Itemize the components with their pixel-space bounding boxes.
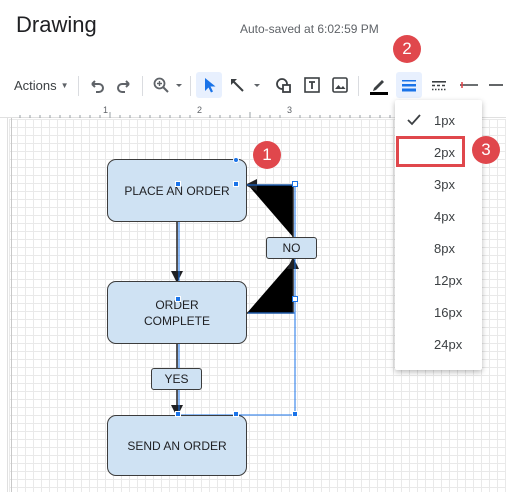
line-end-button[interactable] xyxy=(486,72,506,98)
shape-order-complete[interactable]: ORDER COMPLETE xyxy=(107,281,247,344)
menu-item-label: 16px xyxy=(434,304,463,320)
menu-item-3px[interactable]: 3px xyxy=(395,168,482,200)
selection-handle[interactable] xyxy=(175,411,181,417)
toolbar-divider xyxy=(358,76,359,96)
menu-item-label: 24px xyxy=(434,336,463,352)
redo-button[interactable] xyxy=(111,72,137,98)
actions-label: Actions xyxy=(14,77,57,93)
line-color-icon xyxy=(370,80,388,95)
selection-handle[interactable] xyxy=(175,296,181,302)
shape-button[interactable] xyxy=(270,72,296,98)
shape-place-an-order[interactable]: PLACE AN ORDER xyxy=(107,159,247,222)
menu-item-8px[interactable]: 8px xyxy=(395,232,482,264)
app-title[interactable]: Drawing xyxy=(16,12,97,38)
page-edge xyxy=(11,118,12,492)
selection-handle[interactable] xyxy=(292,296,298,302)
label-text: NO xyxy=(282,241,301,255)
image-button[interactable] xyxy=(327,72,353,98)
menu-item-24px[interactable]: 24px xyxy=(395,328,482,360)
rotate-handle[interactable] xyxy=(233,157,239,163)
line-start-button[interactable] xyxy=(456,72,482,98)
chevron-down-icon[interactable] xyxy=(174,80,184,90)
select-button[interactable] xyxy=(196,72,222,98)
vertical-ruler xyxy=(0,118,8,492)
ruler-mark: 2 xyxy=(197,105,203,115)
select-icon xyxy=(205,78,216,93)
menu-item-label: 8px xyxy=(434,240,455,256)
line-dash-button[interactable] xyxy=(426,72,452,98)
highlight-box xyxy=(396,136,465,167)
checkmark-icon xyxy=(407,114,421,126)
menu-item-12px[interactable]: 12px xyxy=(395,264,482,296)
selection-handle[interactable] xyxy=(233,181,239,187)
shape-send-an-order[interactable]: SEND AN ORDER xyxy=(107,415,247,476)
line-dash-icon xyxy=(432,81,446,91)
chevron-down-icon[interactable] xyxy=(252,80,262,90)
callout-badge: 3 xyxy=(472,136,500,164)
text-box-icon xyxy=(304,77,320,93)
toolbar-divider xyxy=(142,76,143,96)
zoom-button[interactable] xyxy=(148,72,174,98)
shape-text-line2: COMPLETE xyxy=(143,313,210,328)
image-icon xyxy=(332,77,348,93)
menu-item-label: 1px xyxy=(434,112,455,128)
label-no[interactable]: NO xyxy=(266,237,317,259)
line-weight-icon xyxy=(402,80,416,92)
undo-button[interactable] xyxy=(84,72,110,98)
callout-badge: 2 xyxy=(393,35,421,63)
toolbar-divider xyxy=(190,76,191,96)
menu-item-label: 12px xyxy=(434,272,463,288)
menu-item-label: 3px xyxy=(434,176,455,192)
toolbar: Actions ▼ xyxy=(0,68,506,102)
chevron-down-icon: ▼ xyxy=(60,80,69,90)
ruler-mark: 3 xyxy=(287,105,293,115)
line-weight-button[interactable] xyxy=(396,72,422,98)
selection-handle[interactable] xyxy=(233,411,239,417)
ruler-mark: 1 xyxy=(103,105,109,115)
selection-handle[interactable] xyxy=(292,411,298,417)
menu-item-4px[interactable]: 4px xyxy=(395,200,482,232)
zoom-icon xyxy=(153,77,169,93)
line-color-button[interactable] xyxy=(366,72,392,98)
menu-item-1px[interactable]: 1px xyxy=(395,104,482,136)
text-box-button[interactable] xyxy=(299,72,325,98)
undo-icon xyxy=(91,80,104,93)
redo-icon xyxy=(117,80,130,93)
label-text: YES xyxy=(164,372,189,386)
actions-menu-button[interactable]: Actions ▼ xyxy=(14,74,69,96)
shape-text: SEND AN ORDER xyxy=(127,438,227,453)
autosave-status: Auto-saved at 6:02:59 PM xyxy=(240,22,379,36)
shape-icon xyxy=(276,78,291,93)
line-button[interactable] xyxy=(224,72,250,98)
line-end-icon xyxy=(489,84,503,86)
callout-badge: 1 xyxy=(253,141,281,169)
line-icon xyxy=(231,79,244,92)
selection-handle[interactable] xyxy=(175,181,181,187)
selection-handle[interactable] xyxy=(292,181,298,187)
menu-item-label: 4px xyxy=(434,208,455,224)
line-start-icon xyxy=(460,82,478,88)
toolbar-divider xyxy=(78,76,79,96)
menu-item-16px[interactable]: 16px xyxy=(395,296,482,328)
label-yes[interactable]: YES xyxy=(151,368,202,390)
